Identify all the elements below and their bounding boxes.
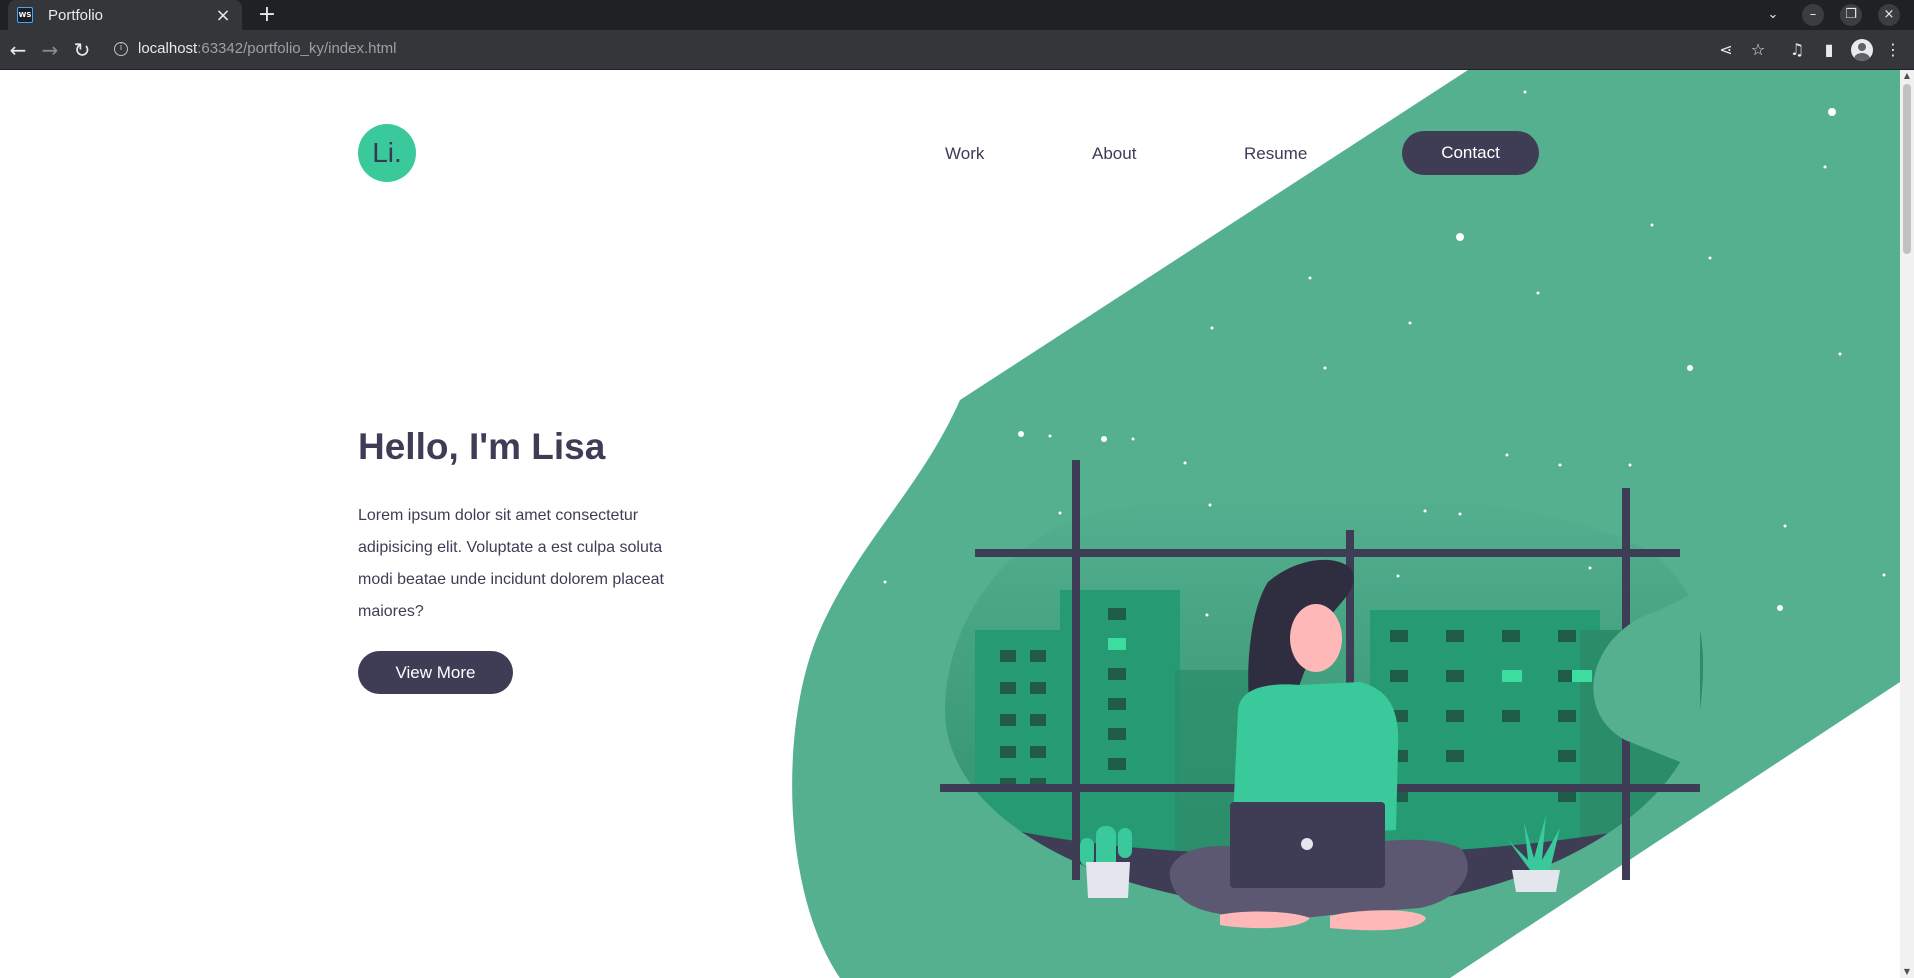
tab-title: Portfolio: [48, 6, 104, 24]
tab-portfolio[interactable]: WS Portfolio ×: [8, 0, 242, 30]
share-icon[interactable]: ⋖: [1715, 39, 1737, 61]
url-path: :63342/portfolio_ky/index.html: [197, 40, 397, 57]
bookmark-star-icon[interactable]: ☆: [1747, 39, 1769, 61]
hero-description: Lorem ipsum dolor sit amet consectetur a…: [358, 507, 664, 620]
restore-icon[interactable]: ❐: [1840, 4, 1862, 26]
scrollbar-thumb[interactable]: [1903, 84, 1911, 254]
profile-icon[interactable]: [1851, 39, 1873, 61]
nav-link-work[interactable]: Work: [945, 144, 984, 164]
site-logo[interactable]: Li.: [358, 124, 416, 182]
media-icon[interactable]: ♫: [1786, 39, 1808, 61]
url-host: localhost: [138, 40, 198, 57]
tab-strip: WS Portfolio × + ⌄ – ❐ ×: [0, 0, 1914, 30]
reload-icon[interactable]: ↻: [70, 38, 94, 62]
page-viewport: Li. Work About Resume Contact Hello, I'm…: [0, 70, 1900, 978]
address-bar[interactable]: localhost:63342/portfolio_ky/index.html: [138, 40, 397, 57]
forward-icon[interactable]: →: [38, 38, 62, 62]
hero-illustration: [792, 70, 1900, 978]
tab-search-icon[interactable]: ⌄: [1762, 4, 1784, 26]
browser-toolbar: ← → ↻ i localhost:63342/portfolio_ky/ind…: [0, 30, 1914, 70]
nav-link-about[interactable]: About: [1092, 144, 1136, 164]
scroll-up-icon[interactable]: ▲: [1900, 70, 1914, 82]
menu-icon[interactable]: ⋮: [1882, 39, 1904, 61]
new-tab-icon[interactable]: +: [255, 3, 279, 27]
hero-title: Hello, I'm Lisa: [358, 426, 606, 467]
close-window-icon[interactable]: ×: [1878, 4, 1900, 26]
contact-button[interactable]: Contact: [1402, 131, 1539, 175]
back-icon[interactable]: ←: [6, 38, 30, 62]
minimize-icon[interactable]: –: [1802, 4, 1824, 26]
close-tab-icon[interactable]: ×: [212, 4, 234, 26]
view-more-button[interactable]: View More: [358, 651, 513, 694]
favicon-icon: WS: [17, 7, 33, 23]
info-icon[interactable]: i: [114, 42, 128, 56]
nav-link-resume[interactable]: Resume: [1244, 144, 1307, 164]
scroll-down-icon[interactable]: ▼: [1900, 966, 1914, 978]
vertical-scrollbar[interactable]: ▲ ▼: [1900, 70, 1914, 978]
side-panel-icon[interactable]: ▮: [1818, 39, 1840, 61]
